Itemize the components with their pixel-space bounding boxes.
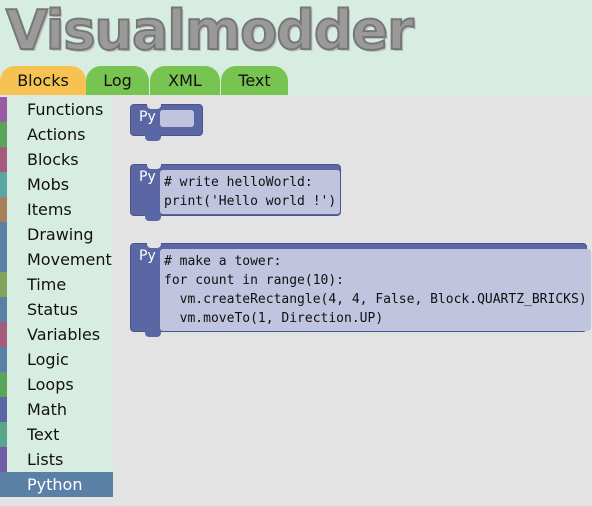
toolbox-category-variables[interactable]: Variables [0,322,113,347]
toolbox-category-text[interactable]: Text [0,422,113,447]
category-color-bar [0,397,7,422]
block-notch [145,215,161,221]
tab-xml[interactable]: XML [150,66,220,95]
toolbox-category-mobs[interactable]: Mobs [0,172,113,197]
category-color-bar [0,372,7,397]
category-label: Math [27,400,68,419]
app-logo: Visualmodder [5,0,415,63]
toolbox-category-lists[interactable]: Lists [0,447,113,472]
tab-text[interactable]: Text [221,66,288,95]
tab-blocks[interactable]: Blocks [0,66,86,95]
category-label: Blocks [27,150,79,169]
category-color-bar [0,122,7,147]
toolbox-category-actions[interactable]: Actions [0,122,113,147]
category-label: Functions [27,100,104,119]
category-label: Logic [27,350,69,369]
block-prefix: Py [139,109,156,125]
category-label: Drawing [27,225,94,244]
toolbox-category-drawing[interactable]: Drawing [0,222,113,247]
category-color-bar [0,447,7,472]
toolbox: Functions Actions Blocks Mobs Items Drawing Mo… [0,97,113,497]
toolbox-category-python[interactable]: Python [0,472,113,497]
category-color-bar [0,272,7,297]
block-prefix: Py [139,248,156,264]
category-label: Actions [27,125,86,144]
category-color-bar [0,97,7,122]
category-color-bar [0,147,7,172]
category-label: Variables [27,325,101,344]
toolbox-category-math[interactable]: Math [0,397,113,422]
category-color-bar [0,422,7,447]
category-color-bar [0,297,7,322]
toolbox-category-logic[interactable]: Logic [0,347,113,372]
category-color-bar [0,172,7,197]
category-label: Text [27,425,60,444]
category-color-bar [0,197,7,222]
tab-log[interactable]: Log [86,66,149,95]
category-color-bar [0,322,7,347]
block-prefix: Py [139,169,156,185]
block-notch [145,331,161,337]
category-label: Python [27,475,83,494]
toolbox-category-blocks[interactable]: Blocks [0,147,113,172]
toolbox-category-movement[interactable]: Movement [0,247,113,272]
category-label: Lists [27,450,64,469]
toolbox-category-functions[interactable]: Functions [0,97,113,122]
category-color-bar [0,347,7,372]
block-notch [145,135,161,141]
category-color-bar [0,472,7,497]
category-label: Status [27,300,78,319]
toolbox-category-status[interactable]: Status [0,297,113,322]
python-block-empty[interactable]: Py [130,104,203,141]
toolbox-category-items[interactable]: Items [0,197,113,222]
python-block-hello-world[interactable]: Py # write helloWorld: print('Hello worl… [130,164,341,221]
python-block-make-tower[interactable]: Py # make a tower: for count in range(10… [130,243,591,337]
python-code-field[interactable] [160,110,194,127]
category-label: Time [27,275,67,294]
category-label: Movement [27,250,112,269]
blocks-workspace[interactable]: Py Py # write helloWorld: print('Hello w… [113,95,592,506]
python-code-field[interactable]: # write helloWorld: print('Hello world !… [160,170,341,214]
category-label: Loops [27,375,74,394]
category-color-bar [0,222,7,247]
python-code-field[interactable]: # make a tower: for count in range(10): … [160,249,591,331]
category-label: Mobs [27,175,70,194]
toolbox-category-time[interactable]: Time [0,272,113,297]
category-color-bar [0,247,7,272]
category-label: Items [27,200,72,219]
tab-bar: Blocks Log XML Text [0,66,592,95]
toolbox-category-loops[interactable]: Loops [0,372,113,397]
